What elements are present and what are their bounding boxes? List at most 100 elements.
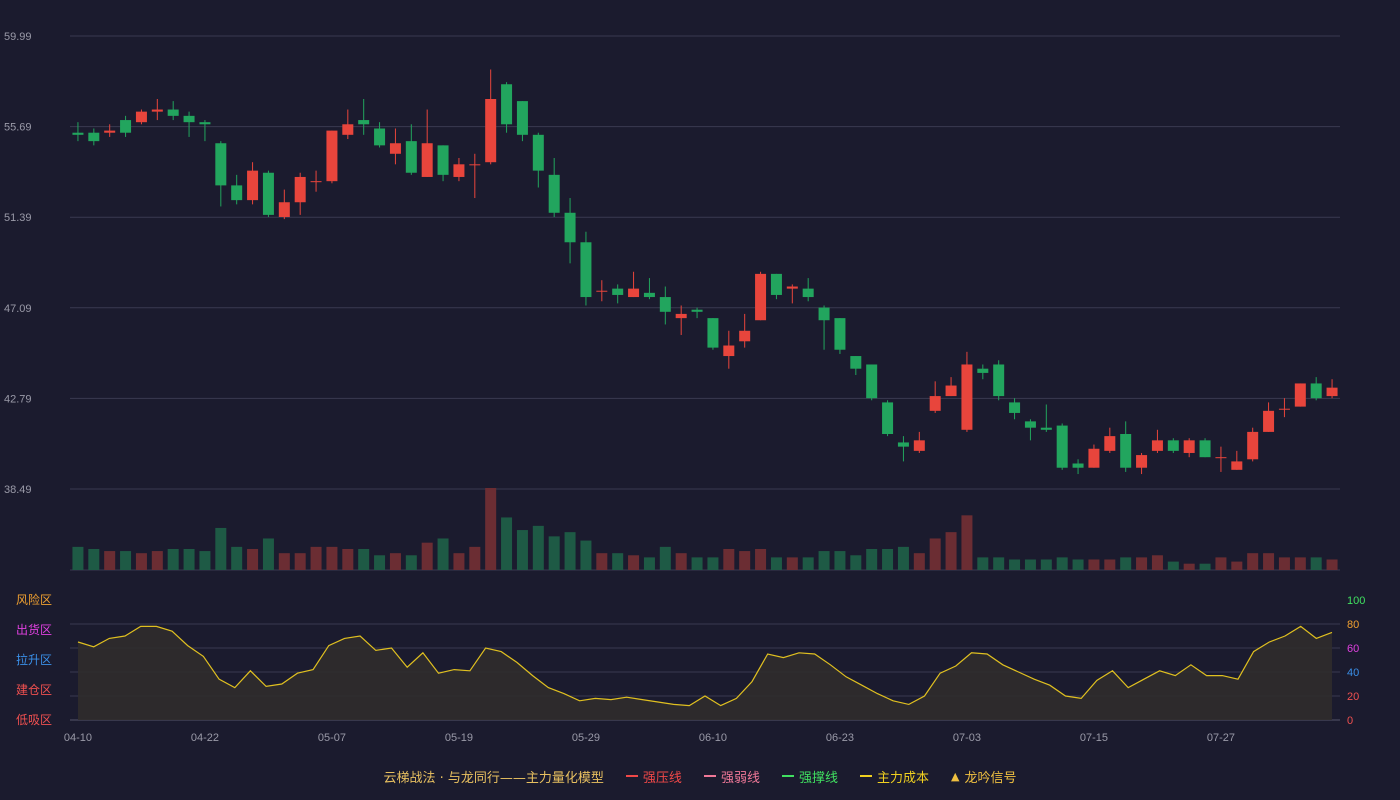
volume-bar <box>882 548 894 570</box>
volume-bar <box>485 488 497 570</box>
legend-item-signal[interactable]: ▲ 龙吟信号 <box>951 767 1016 786</box>
volume-bar <box>1167 561 1179 570</box>
volume-bar <box>723 548 735 570</box>
volume-bar <box>262 538 274 570</box>
volume-bar <box>1072 559 1084 570</box>
x-tick-label: 04-10 <box>64 732 92 744</box>
candle-body <box>437 145 449 175</box>
price-tick-label: 42.79 <box>4 393 32 405</box>
candle-body <box>786 286 798 289</box>
volume-bar <box>1310 557 1322 570</box>
score-tick-label: 0 <box>1347 715 1353 727</box>
candle-body <box>199 122 211 125</box>
candle-body <box>310 181 322 183</box>
candle-body <box>897 442 909 447</box>
volume-bar <box>437 538 449 570</box>
score-tick-label: 100 <box>1347 595 1365 607</box>
volume-bar <box>389 553 401 570</box>
volume-bar <box>72 546 84 570</box>
candle-body <box>1088 448 1100 468</box>
volume-bar <box>1215 557 1227 570</box>
volume-bar <box>1263 553 1275 570</box>
volume-bar <box>1120 557 1132 570</box>
candle-body <box>691 309 703 312</box>
volume-bar <box>659 546 671 570</box>
candle-body <box>770 273 782 295</box>
volume-bar <box>1294 557 1306 570</box>
candle-body <box>548 174 560 213</box>
volume-bar <box>755 548 767 570</box>
candle-body <box>120 120 132 133</box>
x-tick-label: 07-03 <box>953 732 981 744</box>
candle-body <box>1040 427 1052 430</box>
volume-bar <box>643 557 655 570</box>
candle-body <box>532 134 544 171</box>
candle-body <box>1294 383 1306 407</box>
x-tick-label: 06-23 <box>826 732 854 744</box>
volume-bar <box>866 548 878 570</box>
price-tick-label: 47.09 <box>4 303 32 315</box>
zone-label: 拉升区 <box>16 652 52 667</box>
candle-body <box>1167 440 1179 451</box>
x-tick-label: 07-27 <box>1207 732 1235 744</box>
volume-bar <box>135 553 147 570</box>
candle-body <box>469 164 481 166</box>
price-tick-label: 55.69 <box>4 122 32 134</box>
candle-body <box>342 124 354 135</box>
candle-body <box>247 170 259 201</box>
volume-bar <box>104 551 116 570</box>
volume-bar <box>961 515 973 570</box>
volume-bar <box>183 548 195 570</box>
candle-body <box>993 364 1005 397</box>
candle-body <box>643 292 655 298</box>
score-tick-label: 60 <box>1347 643 1359 655</box>
volume-bar <box>1247 553 1259 570</box>
chart-legend: 云梯战法 · 与龙同行——主力量化模型 强压线 强弱线 强撑线 主力成本 ▲ 龙… <box>0 764 1400 788</box>
legend-item-resistance[interactable]: 强压线 <box>625 767 682 786</box>
volume-bar <box>310 546 322 570</box>
volume-bar <box>564 532 576 570</box>
candle-body <box>1136 455 1148 468</box>
candle-body <box>1310 383 1322 399</box>
score-tick-label: 80 <box>1347 619 1359 631</box>
legend-label: 强撑线 <box>798 770 838 786</box>
candle-body <box>1215 457 1227 459</box>
volume-bar <box>580 540 592 570</box>
candle-body <box>818 307 830 321</box>
line-icon <box>781 775 794 777</box>
candle-body <box>564 212 576 243</box>
candle-body <box>580 242 592 298</box>
candle-body <box>405 141 417 173</box>
candle-body <box>913 440 925 451</box>
volume-bar <box>897 546 909 570</box>
volume-bar <box>215 527 227 570</box>
volume-bar <box>1024 559 1036 570</box>
price-tick-label: 59.99 <box>4 31 32 43</box>
legend-item-support[interactable]: 强撑线 <box>781 767 838 786</box>
zone-label: 低吸区 <box>16 713 52 727</box>
candle-body <box>929 396 941 411</box>
volume-bar <box>1136 557 1148 570</box>
candle-body <box>707 318 719 348</box>
volume-bar <box>1183 563 1195 570</box>
volume-bar <box>231 546 243 570</box>
legend-item-strength[interactable]: 强弱线 <box>703 767 760 786</box>
candle-body <box>612 288 624 295</box>
candle-body <box>961 364 973 430</box>
volume-bar <box>151 551 163 570</box>
volume-bar <box>516 530 528 570</box>
volume-bar <box>596 553 608 570</box>
volume-bar <box>453 553 465 570</box>
volume-bar <box>1104 559 1116 570</box>
candle-body <box>1009 402 1021 413</box>
volume-bar <box>1151 555 1163 570</box>
volume-bar <box>1040 559 1052 570</box>
line-icon <box>859 775 872 777</box>
volume-bar <box>786 557 798 570</box>
candle-body <box>1072 463 1084 468</box>
line-icon <box>625 775 638 777</box>
legend-item-main-cost[interactable]: 主力成本 <box>859 767 929 786</box>
candle-body <box>1231 461 1243 470</box>
volume-bar <box>739 551 751 570</box>
volume-bar <box>770 557 782 570</box>
